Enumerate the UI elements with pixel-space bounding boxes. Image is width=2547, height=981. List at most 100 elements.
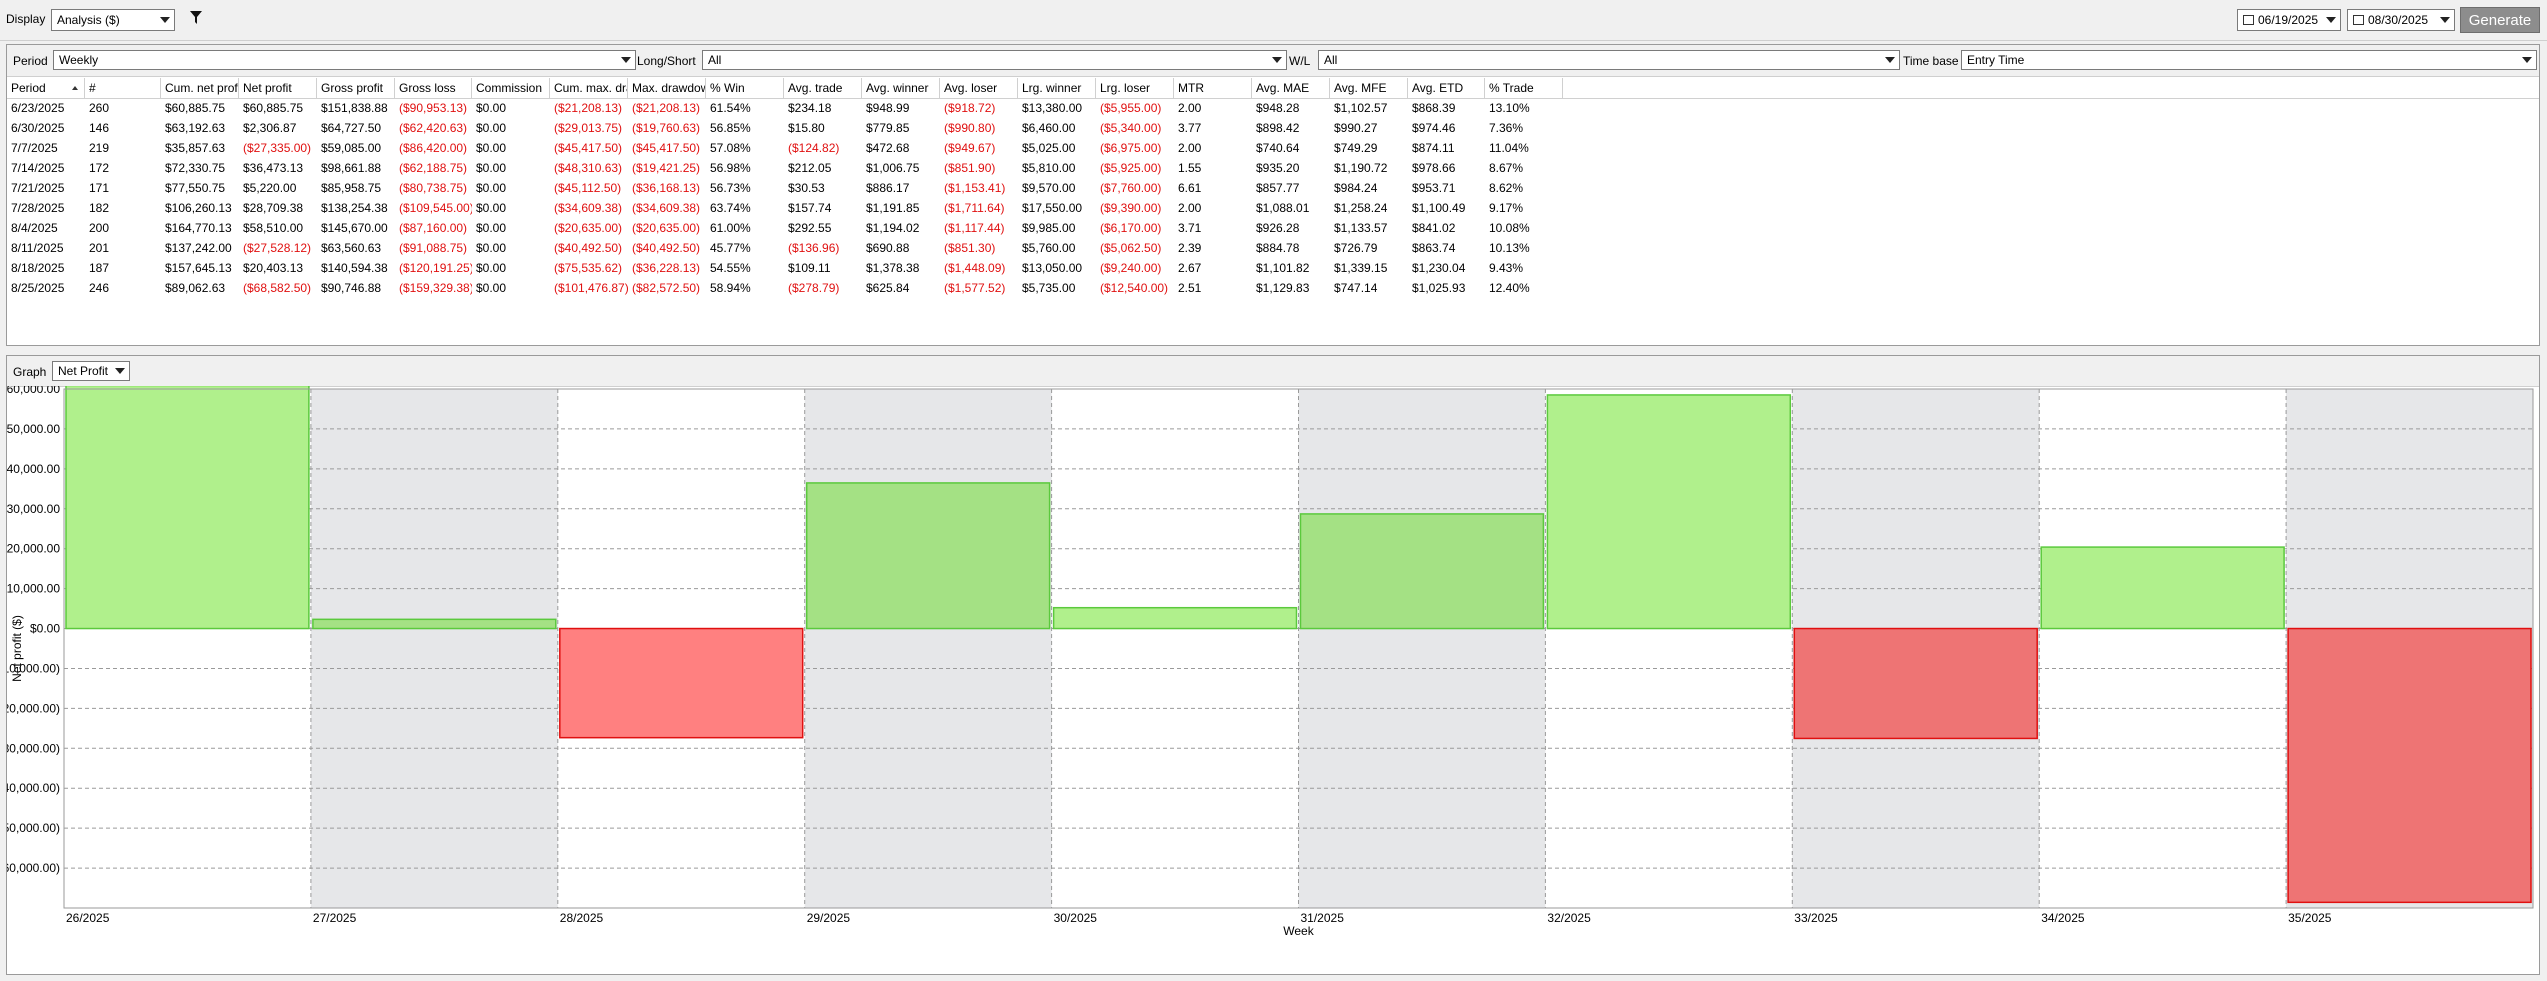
table-row[interactable]: 8/4/2025 200 $164,770.13 $58,510.00 $145,670… (7, 218, 2539, 238)
table-cell: $9,570.00 (1022, 181, 1076, 195)
date-from-picker[interactable]: 06/19/2025 (2237, 9, 2341, 31)
table-cell: ($278.79) (788, 281, 840, 295)
table-row[interactable]: 7/28/2025 182 $106,260.13 $28,709.38 $138,25… (7, 198, 2539, 218)
y-tick-label: $20,000.00 (7, 542, 60, 556)
display-select[interactable]: Analysis ($) (51, 9, 175, 31)
filter-bar: Period Weekly Long/Short All W/L All Tim… (7, 45, 2539, 77)
column-header[interactable]: % Trade (1485, 78, 1563, 98)
table-row[interactable]: 6/23/2025 260 $60,885.75 $60,885.75 $151,838… (7, 98, 2539, 118)
table-cell: $948.28 (1256, 101, 1300, 115)
table-cell: $0.00 (476, 141, 507, 155)
chart-band (804, 389, 1052, 908)
table-cell: $857.77 (1256, 181, 1300, 195)
column-header[interactable]: % Win (706, 78, 784, 98)
column-header[interactable]: Lrg. loser (1096, 78, 1174, 98)
table-cell: $1,102.57 (1334, 101, 1388, 115)
chevron-down-icon (1272, 57, 1282, 63)
chart-bar (2040, 546, 2285, 630)
table-cell: 8/4/2025 (11, 221, 58, 235)
table-cell: ($21,208.13) (632, 101, 701, 115)
table-cell: 187 (89, 261, 110, 275)
column-header[interactable]: Period (7, 78, 85, 98)
table-row[interactable]: 7/7/2025 219 $35,857.63 ($27,335.00) $59,085… (7, 138, 2539, 158)
wl-select[interactable]: All (1318, 50, 1900, 70)
table-cell: $1,100.49 (1412, 201, 1466, 215)
table-cell: ($159,329.38) (399, 281, 472, 295)
table-cell: $15.80 (788, 121, 825, 135)
funnel-icon[interactable] (190, 11, 202, 25)
table-cell: $63,560.63 (321, 241, 382, 255)
table-cell: 57.08% (710, 141, 751, 155)
table-cell: 10.13% (1489, 241, 1530, 255)
table-cell: 2.67 (1178, 261, 1202, 275)
table-row[interactable]: 8/11/2025 201 $137,242.00 ($27,528.12) $63,5… (7, 238, 2539, 258)
column-header[interactable]: Avg. winner (862, 78, 940, 98)
longshort-select[interactable]: All (702, 50, 1287, 70)
column-header[interactable]: Cum. net profit (161, 78, 239, 98)
display-select-value: Analysis ($) (57, 13, 120, 27)
sort-ascending-icon (72, 86, 78, 90)
column-header[interactable]: Gross loss (395, 78, 472, 98)
table-cell: ($136.96) (788, 241, 840, 255)
column-header[interactable]: Commission (472, 78, 550, 98)
table-row[interactable]: 6/30/2025 146 $63,192.63 $2,306.87 $64,727.5… (7, 118, 2539, 138)
column-header[interactable]: Cum. max. drawdown (550, 78, 628, 98)
table-cell: $64,727.50 (321, 121, 382, 135)
table-row[interactable]: 7/21/2025 171 $77,550.75 $5,220.00 $85,958.7… (7, 178, 2539, 198)
net-profit-chart: $60,000.00 $50,000.00 $40,000.00 $30,000.00… (7, 386, 2534, 938)
table-cell: 219 (89, 141, 110, 155)
table-cell: $0.00 (476, 201, 507, 215)
column-header[interactable]: Max. drawdown (628, 78, 706, 98)
table-row[interactable]: 8/18/2025 187 $157,645.13 $20,403.13 $140,59… (7, 258, 2539, 278)
column-header[interactable]: Avg. ETD (1408, 78, 1485, 98)
table-cell: $0.00 (476, 101, 507, 115)
date-from-value: 06/19/2025 (2258, 13, 2319, 27)
column-header[interactable]: Avg. trade (784, 78, 862, 98)
table-cell: $1,378.38 (866, 261, 920, 275)
calendar-icon (2243, 15, 2254, 25)
table-cell: $58,510.00 (243, 221, 304, 235)
chart-bar (1546, 394, 1792, 630)
column-header[interactable]: Gross profit (317, 78, 395, 98)
table-cell: ($990.80) (944, 121, 996, 135)
table-cell: $85,958.75 (321, 181, 382, 195)
timebase-select[interactable]: Entry Time (1961, 50, 2537, 70)
x-tick-label: 26/2025 (66, 911, 110, 925)
column-header[interactable]: Avg. loser (940, 78, 1018, 98)
x-axis-label: Week (1283, 924, 1314, 938)
column-header[interactable]: Net profit (239, 78, 317, 98)
table-cell: $0.00 (476, 161, 507, 175)
table-cell: $5,760.00 (1022, 241, 1076, 255)
table-row[interactable]: 8/25/2025 246 $89,062.63 ($68,582.50) $90,74… (7, 278, 2539, 298)
column-header[interactable]: Avg. MFE (1330, 78, 1408, 98)
date-to-picker[interactable]: 08/30/2025 (2347, 9, 2455, 31)
graph-select[interactable]: Net Profit (52, 361, 130, 381)
table-cell: 260 (89, 101, 110, 115)
generate-button[interactable]: Generate (2460, 7, 2540, 33)
y-tick-label: ($20,000.00) (7, 701, 60, 715)
table-cell: $98,661.88 (321, 161, 382, 175)
table-cell: $164,770.13 (165, 221, 232, 235)
column-header[interactable]: Avg. MAE (1252, 78, 1330, 98)
table-cell: 3.71 (1178, 221, 1202, 235)
table-cell: $0.00 (476, 121, 507, 135)
table-cell: $740.64 (1256, 141, 1300, 155)
table-cell: ($62,420.63) (399, 121, 468, 135)
table-cell: 146 (89, 121, 110, 135)
column-header[interactable]: MTR (1174, 78, 1252, 98)
period-select[interactable]: Weekly (53, 50, 636, 70)
table-cell: $625.84 (866, 281, 910, 295)
table-cell: ($6,975.00) (1100, 141, 1162, 155)
table-cell: $884.78 (1256, 241, 1300, 255)
table-cell: $212.05 (788, 161, 832, 175)
column-header[interactable]: # (85, 78, 161, 98)
top-toolbar: Display Analysis ($) 06/19/2025 08/30/20… (0, 0, 2547, 41)
table-header: Period # Cum. net profit Net profit Gross pr… (7, 78, 2539, 99)
column-header[interactable]: Lrg. winner (1018, 78, 1096, 98)
table-cell: ($1,448.09) (944, 261, 1006, 275)
graph-panel: Graph Net Profit $60,000.00 $50,000.00 $40… (6, 355, 2540, 975)
table-row[interactable]: 7/14/2025 172 $72,330.75 $36,473.13 $98,661.… (7, 158, 2539, 178)
chevron-down-icon (621, 57, 631, 63)
table-cell: 61.00% (710, 221, 751, 235)
table-cell: $9,985.00 (1022, 221, 1076, 235)
